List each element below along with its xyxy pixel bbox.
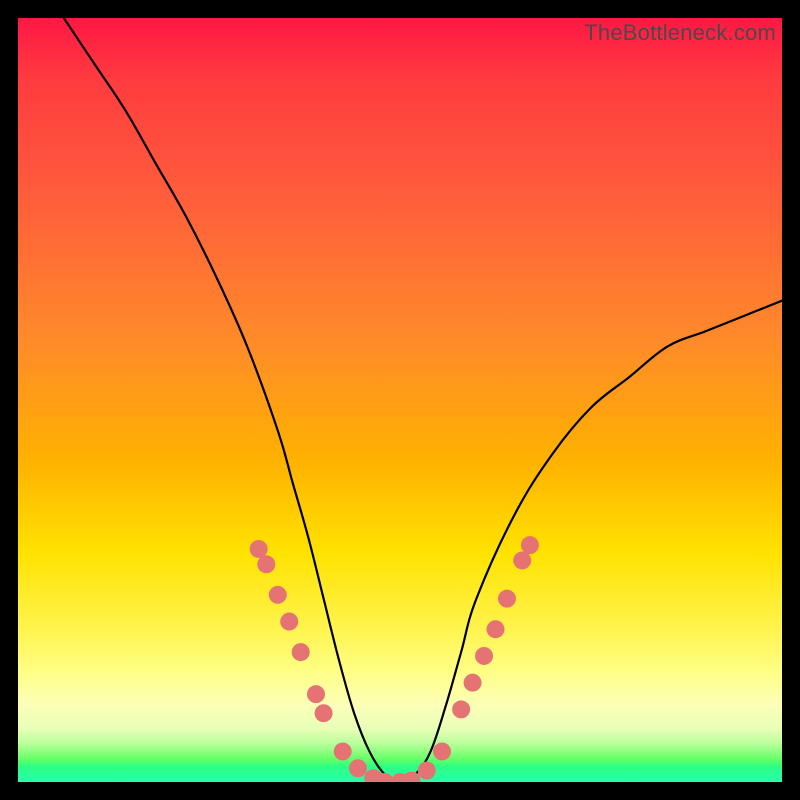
curve-marker [292,643,310,661]
curve-marker [418,762,436,780]
curve-marker [521,536,539,554]
bottleneck-curve [64,18,782,782]
chart-plot-area: TheBottleneck.com [18,18,782,782]
curve-marker [433,742,451,760]
curve-marker [513,551,531,569]
chart-svg [18,18,782,782]
curve-marker [464,674,482,692]
curve-marker [315,704,333,722]
curve-marker [349,759,367,777]
curve-marker [487,620,505,638]
curve-markers [250,536,539,782]
curve-marker [250,540,268,558]
curve-marker [498,590,516,608]
curve-marker [334,742,352,760]
curve-marker [452,700,470,718]
curve-marker [269,586,287,604]
curve-marker [280,613,298,631]
curve-marker [475,647,493,665]
curve-marker [307,685,325,703]
chart-frame: TheBottleneck.com [0,0,800,800]
curve-marker [257,555,275,573]
